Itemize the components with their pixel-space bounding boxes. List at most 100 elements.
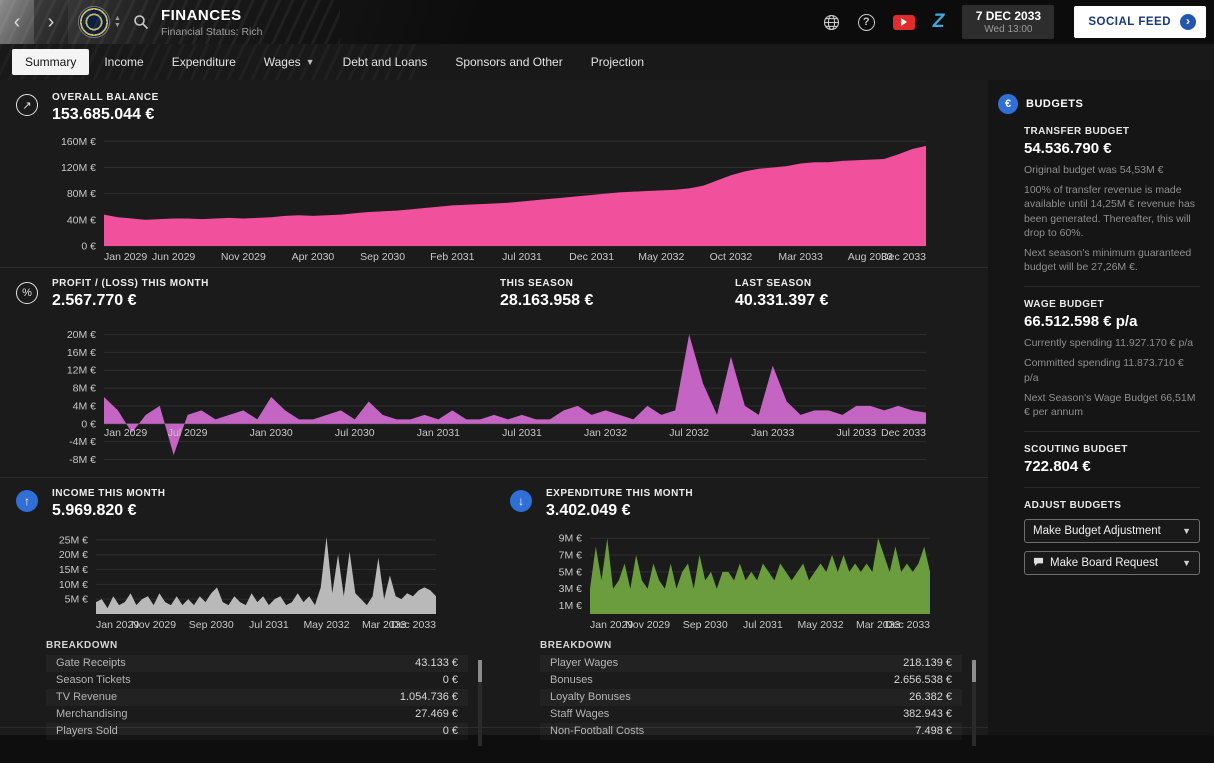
tab-sponsors-and-other[interactable]: Sponsors and Other	[442, 49, 575, 75]
row-name: Non-Football Costs	[550, 725, 645, 737]
tab-wages-label: Wages	[263, 55, 301, 69]
expenditure-chart: 9M €7M €5M €3M €1M € Jan 2029 Nov 2029 Sep …	[534, 528, 936, 632]
row-value: 26.382 €	[909, 691, 952, 703]
profit-loss-chart: 20M € 16M € 12M € 8M € 4M € 0 € -4M € -8M € Jan …	[48, 324, 932, 472]
expenditure-breakdown: BREAKDOWN Player Wages 218.139 € Bonuses…	[540, 640, 976, 746]
transfer-note: 100% of transfer revenue is made availab…	[1024, 184, 1196, 239]
svg-text:Nov 2029: Nov 2029	[221, 251, 266, 263]
table-row[interactable]: Players Sold 0 €	[46, 723, 468, 740]
tab-projection[interactable]: Projection	[578, 49, 657, 75]
row-value: 27.469 €	[415, 708, 458, 720]
budgets-icon: €	[998, 94, 1018, 114]
scouting-budget-label: SCOUTING BUDGET	[1024, 444, 1128, 456]
profit-loss-panel: % PROFIT / (LOSS) THIS MONTH 2.567.770 €…	[0, 268, 988, 478]
table-row[interactable]: TV Revenue 1.054.736 €	[46, 689, 468, 706]
breakdown-scrollbar[interactable]	[972, 660, 976, 746]
svg-text:25M €: 25M €	[59, 534, 88, 546]
scouting-budget-value: 722.804 €	[1024, 458, 1091, 476]
club-switch-arrows[interactable]: ▲ ▼	[114, 15, 121, 29]
tab-income[interactable]: Income	[91, 49, 156, 75]
divider	[1024, 487, 1200, 489]
social-feed-button[interactable]: SOCIAL FEED ›	[1074, 6, 1206, 38]
row-name: Players Sold	[56, 725, 118, 737]
svg-text:80M €: 80M €	[67, 188, 96, 200]
transfer-note: Original budget was 54,53M €	[1024, 164, 1164, 176]
date-display[interactable]: 7 DEC 2033 Wed 13:00	[962, 5, 1055, 39]
svg-text:Jul 2031: Jul 2031	[502, 251, 542, 263]
club-badge[interactable]	[78, 6, 110, 38]
chevron-right-icon: ›	[1180, 14, 1196, 30]
svg-text:Dec 2031: Dec 2031	[569, 251, 614, 263]
tab-debt-and-loans[interactable]: Debt and Loans	[330, 49, 441, 75]
expenditure-breakdown-label: BREAKDOWN	[540, 640, 612, 651]
table-row[interactable]: Loyalty Bonuses 26.382 €	[540, 689, 962, 706]
svg-text:Jan 2031: Jan 2031	[417, 427, 460, 439]
breakdown-scrollbar[interactable]	[478, 660, 482, 746]
profit-icon: %	[16, 282, 38, 304]
svg-text:Jul 2031: Jul 2031	[502, 427, 542, 439]
svg-text:20M €: 20M €	[67, 329, 96, 341]
make-board-request-dropdown[interactable]: Make Board Request ▼	[1024, 551, 1200, 576]
tab-wages[interactable]: Wages ▼	[251, 49, 328, 75]
finances-summary-main: ↗ OVERALL BALANCE 153.685.044 € 160M € 12…	[0, 80, 988, 746]
this-season-label: THIS SEASON	[500, 278, 574, 289]
row-value: 0 €	[442, 725, 458, 737]
expenditure-value: 3.402.049 €	[546, 502, 631, 519]
page-title: FINANCES	[160, 6, 242, 24]
income-breakdown: BREAKDOWN Gate Receipts 43.133 € Season …	[46, 640, 482, 746]
balance-label: OVERALL BALANCE	[52, 92, 159, 103]
svg-text:Jul 2033: Jul 2033	[836, 427, 876, 439]
expenditure-panel: ↓ EXPENDITURE THIS MONTH 3.402.049 € 9M …	[494, 488, 988, 746]
svg-text:3M €: 3M €	[559, 583, 583, 595]
board-request-label: Make Board Request	[1050, 557, 1159, 570]
table-row[interactable]: Player Wages 218.139 €	[540, 655, 962, 672]
svg-text:0 €: 0 €	[81, 418, 96, 430]
row-name: Gate Receipts	[56, 657, 126, 669]
last-season-label: LAST SEASON	[735, 278, 812, 289]
back-button[interactable]: ‹	[0, 0, 34, 44]
search-icon[interactable]	[133, 14, 149, 30]
row-value: 218.139 €	[903, 657, 952, 669]
income-label: INCOME THIS MONTH	[52, 488, 166, 499]
chevron-down-icon: ▼	[305, 57, 315, 67]
budget-adjustment-label: Make Budget Adjustment	[1033, 525, 1161, 538]
table-row[interactable]: Staff Wages 382.943 €	[540, 706, 962, 723]
svg-text:Dec 2033: Dec 2033	[881, 251, 926, 263]
tab-expenditure[interactable]: Expenditure	[159, 49, 249, 75]
forward-button[interactable]: ›	[34, 0, 68, 44]
row-value: 1.054.736 €	[399, 691, 458, 703]
svg-text:Jan 2032: Jan 2032	[584, 427, 627, 439]
svg-text:May 2032: May 2032	[638, 251, 684, 263]
table-row[interactable]: Non-Football Costs 7.498 €	[540, 723, 962, 740]
table-row[interactable]: Season Tickets 0 €	[46, 672, 468, 689]
table-row[interactable]: Merchandising 27.469 €	[46, 706, 468, 723]
svg-text:Jul 2030: Jul 2030	[335, 427, 375, 439]
row-name: TV Revenue	[56, 691, 118, 703]
row-name: Loyalty Bonuses	[550, 691, 631, 703]
tab-summary[interactable]: Summary	[12, 49, 90, 75]
svg-text:1M €: 1M €	[559, 600, 583, 612]
divider	[1024, 431, 1200, 433]
table-row[interactable]: Bonuses 2.656.538 €	[540, 672, 962, 689]
row-name: Merchandising	[56, 708, 128, 720]
income-breakdown-label: BREAKDOWN	[46, 640, 118, 651]
wage-budget-label: WAGE BUDGET	[1024, 299, 1104, 311]
svg-text:Sep 2030: Sep 2030	[189, 619, 234, 631]
youtube-icon[interactable]	[892, 14, 915, 30]
income-value: 5.969.820 €	[52, 502, 137, 519]
social-z-icon[interactable]: Z	[933, 11, 945, 33]
help-icon[interactable]: ?	[857, 13, 875, 31]
row-value: 43.133 €	[415, 657, 458, 669]
this-season-value: 28.163.958 €	[500, 292, 594, 309]
profit-month-value: 2.567.770 €	[52, 292, 137, 309]
budgets-sidebar: € BUDGETS TRANSFER BUDGET 54.536.790 € O…	[988, 80, 1214, 735]
globe-icon[interactable]	[823, 14, 840, 31]
table-row[interactable]: Gate Receipts 43.133 €	[46, 655, 468, 672]
adjust-budgets-label: ADJUST BUDGETS	[1024, 500, 1122, 512]
financial-status: Financial Status: Rich	[160, 25, 263, 38]
svg-text:-8M €: -8M €	[69, 454, 96, 466]
make-budget-adjustment-dropdown[interactable]: Make Budget Adjustment ▼	[1024, 519, 1200, 544]
svg-text:Sep 2030: Sep 2030	[360, 251, 405, 263]
svg-text:Feb 2031: Feb 2031	[430, 251, 475, 263]
row-name: Staff Wages	[550, 708, 610, 720]
